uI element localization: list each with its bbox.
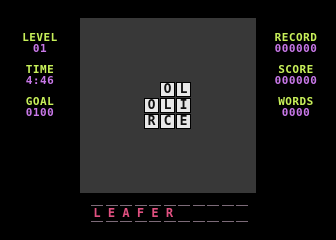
score-value: 000000 <box>274 74 318 87</box>
word-letter: L <box>93 206 101 220</box>
word-letter: E <box>107 206 116 220</box>
word-slot: A <box>119 203 133 223</box>
word-slot: L <box>90 203 104 223</box>
word-letter: A <box>122 206 130 220</box>
letter-tile[interactable]: I <box>176 98 191 113</box>
word-slot <box>235 203 249 223</box>
letter-tile[interactable]: C <box>160 114 175 129</box>
letter-tile[interactable]: L <box>160 98 175 113</box>
word-slot: F <box>134 203 148 223</box>
word-letter: F <box>136 206 145 220</box>
word-letter: R <box>165 206 174 220</box>
game-board: OLOLIRCE <box>80 18 256 193</box>
letter-tile[interactable]: O <box>144 98 159 113</box>
word-slot: E <box>105 203 119 223</box>
current-word-area: LEAFER <box>90 203 250 223</box>
letter-tile[interactable]: O <box>160 82 175 97</box>
word-slot <box>206 203 220 223</box>
letter-tile[interactable]: L <box>176 82 191 97</box>
word-slot <box>192 203 206 223</box>
word-slot <box>221 203 235 223</box>
word-slot: E <box>148 203 162 223</box>
letter-tile[interactable]: R <box>144 114 159 129</box>
level-value: 01 <box>32 42 48 55</box>
letter-tile[interactable]: E <box>176 114 191 129</box>
goal-value: 0100 <box>25 106 55 119</box>
record-value: 000000 <box>274 42 318 55</box>
words-value: 0000 <box>281 106 311 119</box>
word-slot <box>177 203 191 223</box>
time-value: 4:46 <box>25 74 55 87</box>
word-letter: E <box>151 206 159 220</box>
word-slot: R <box>163 203 177 223</box>
